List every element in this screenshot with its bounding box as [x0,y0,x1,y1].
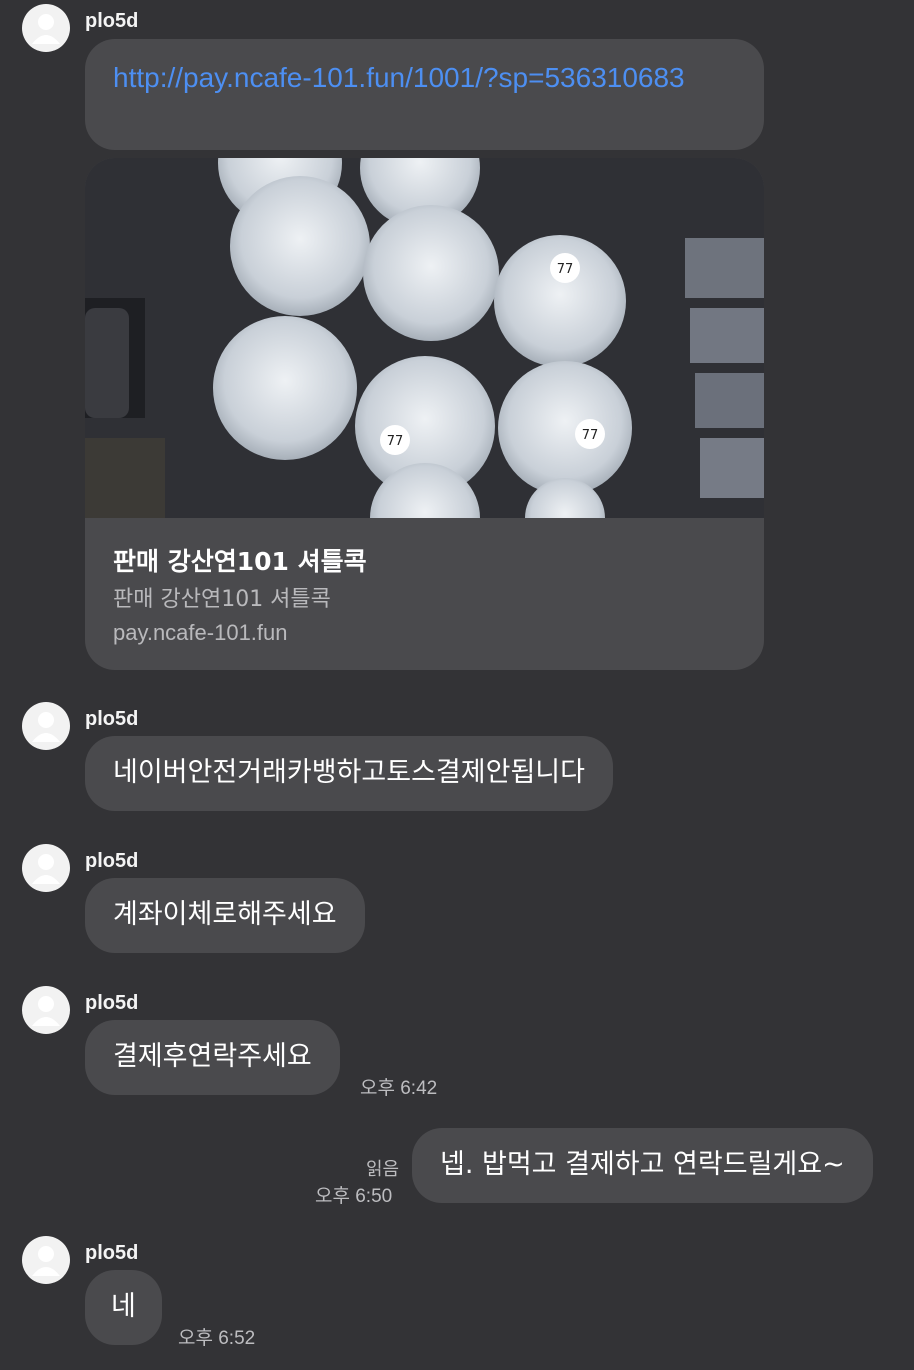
default-avatar-icon [32,996,60,1026]
preview-subtitle: 판매 강산연101 셔틀콕 [113,587,331,612]
message-time: 오후 6:50 [315,1186,393,1207]
sender-name: plo5d [85,10,139,32]
avatar[interactable] [22,844,70,892]
avatar[interactable] [22,1236,70,1284]
lid-label: 77 [557,262,574,277]
avatar[interactable] [22,986,70,1034]
link-message[interactable]: http://pay.ncafe-101.fun/1001/?sp=536310… [85,39,764,150]
sender-name: plo5d [85,850,139,872]
message-bubble[interactable]: 네 [85,1270,162,1345]
sender-name: plo5d [85,708,139,730]
default-avatar-icon [32,712,60,742]
message-time: 오후 6:52 [178,1328,256,1349]
preview-title: 판매 강산연101 셔틀콕 [113,547,367,576]
preview-image: 77 77 77 [85,158,764,518]
default-avatar-icon [32,854,60,884]
avatar[interactable] [22,702,70,750]
my-message-bubble[interactable]: 넵. 밥먹고 결제하고 연락드릴게요~ [412,1128,873,1203]
default-avatar-icon [32,14,60,44]
lid-label: 77 [387,434,404,449]
default-avatar-icon [32,1246,60,1276]
avatar[interactable] [22,4,70,52]
sender-name: plo5d [85,1242,139,1264]
message-bubble[interactable]: 결제후연락주세요 [85,1020,340,1095]
sender-name: plo5d [85,992,139,1014]
message-bubble[interactable]: 계좌이체로해주세요 [85,878,365,953]
lid-label: 77 [582,428,599,443]
read-status: 읽음 [366,1159,400,1180]
link-preview-card[interactable]: 77 77 77 판매 강산연101 셔틀콕 판매 강산연101 셔틀콕 pay… [85,158,764,670]
preview-domain: pay.ncafe-101.fun [113,620,288,645]
message-bubble[interactable]: 네이버안전거래카뱅하고토스결제안됩니다 [85,736,613,811]
message-time: 오후 6:42 [360,1078,438,1099]
